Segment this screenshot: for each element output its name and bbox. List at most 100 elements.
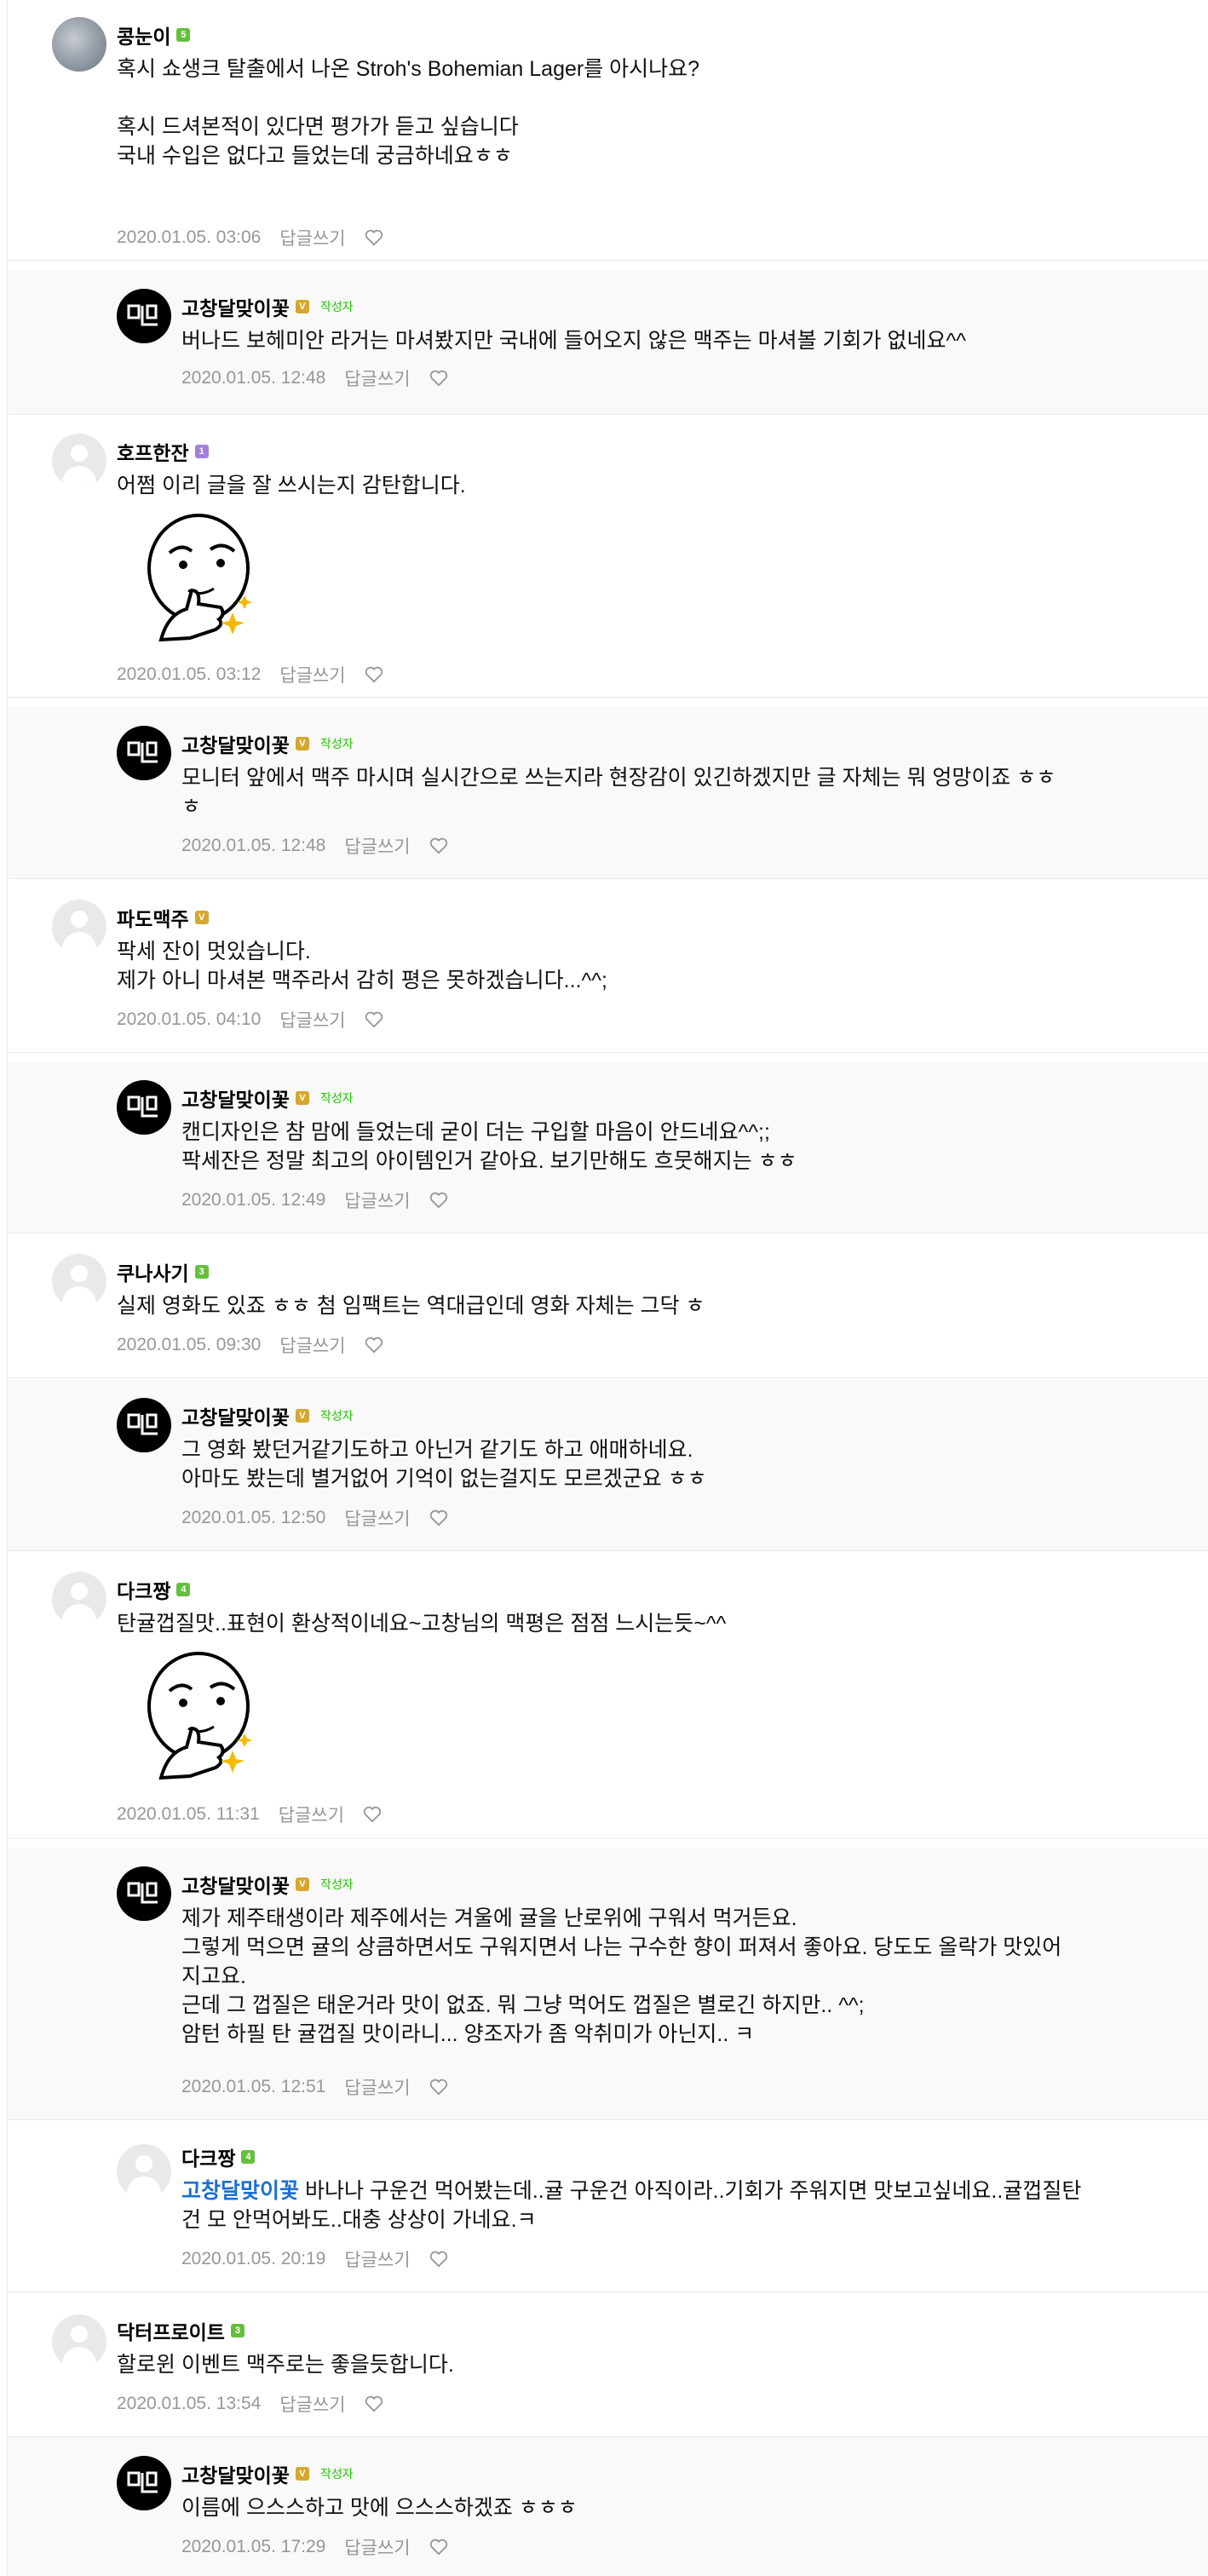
- avatar[interactable]: [52, 1572, 106, 1626]
- comment-text: 이름에 으스스하고 맛에 으스스하겠죠 ㅎㅎㅎ: [181, 2496, 578, 2520]
- author-badge: 작성자: [319, 1409, 354, 1423]
- reply-button[interactable]: 답글쓰기: [279, 1802, 344, 1827]
- level-badge: V: [295, 737, 309, 750]
- heart-icon[interactable]: [365, 2395, 383, 2412]
- comment-item: 다크짱 4 탄귤껍질맛..표현이 환상적이네요~고창님의 맥평은 점점 느시는듯…: [8, 1551, 1208, 1839]
- avatar[interactable]: [117, 289, 171, 343]
- comment-meta: 2020.01.05. 04:10 답글쓰기: [117, 1007, 383, 1032]
- comment-author[interactable]: 다크짱 4: [117, 1575, 191, 1604]
- comment-item: 파도맥주 V 팍세 잔이 멋있습니다. 제가 아니 마셔본 맥주라서 감히 평은…: [8, 879, 1208, 1053]
- comment-author[interactable]: 콩눈이 5: [117, 20, 191, 49]
- heart-icon[interactable]: [363, 1806, 382, 1823]
- reply-item: 고창달맞이꽃 V 작성자 제가 제주태생이라 제주에서는 겨울에 귤을 난로위에…: [8, 1848, 1208, 2120]
- heart-icon[interactable]: [429, 2251, 448, 2268]
- thumbs-up-face-sticker: [147, 514, 252, 642]
- avatar[interactable]: [52, 900, 106, 954]
- reply-item: 고창달맞이꽃 V 작성자 그 영화 봤던거같기도하고 아닌거 같기도 하고 애매…: [8, 1379, 1208, 1551]
- reply-button[interactable]: 답글쓰기: [344, 365, 410, 391]
- comment-meta: 2020.01.05. 11:31 답글쓰기: [117, 1802, 382, 1827]
- heart-icon[interactable]: [429, 1509, 448, 1527]
- heart-icon[interactable]: [429, 2079, 448, 2096]
- comment-list: 콩눈이 5 혹시 쇼생크 탈출에서 나온 Stroh's Bohemian La…: [7, 0, 1208, 2576]
- comment-date: 2020.01.05. 03:12: [117, 664, 262, 684]
- reply-button[interactable]: 답글쓰기: [279, 662, 345, 687]
- level-badge: V: [295, 1091, 309, 1105]
- avatar[interactable]: [117, 1866, 171, 1921]
- comment-item: 쿠나사기 3 실제 영화도 있죠 ㅎㅎ 첨 임팩트는 역대급인데 영화 자체는 …: [8, 1233, 1208, 1378]
- reply-button[interactable]: 답글쓰기: [344, 1187, 410, 1213]
- logo-icon: [127, 1095, 158, 1118]
- heart-icon[interactable]: [429, 370, 448, 387]
- avatar[interactable]: [52, 434, 106, 488]
- reply-button[interactable]: 답글쓰기: [344, 2074, 410, 2100]
- avatar[interactable]: [52, 2314, 106, 2369]
- avatar[interactable]: [117, 2144, 171, 2199]
- avatar[interactable]: [117, 1080, 171, 1135]
- logo-icon: [127, 304, 158, 326]
- avatar[interactable]: [117, 2456, 171, 2510]
- heart-icon[interactable]: [429, 1192, 448, 1209]
- comment-author[interactable]: 고창달맞이꽃 V 작성자: [181, 2459, 354, 2488]
- comment-item: 호프한잔 1 어쩜 이리 글을 잘 쓰시는지 감탄합니다. 2020.01.05…: [8, 415, 1208, 698]
- comment-author[interactable]: 파도맥주 V: [117, 903, 209, 932]
- logo-icon: [127, 1882, 158, 1904]
- comment-author[interactable]: 고창달맞이꽃 V 작성자: [181, 1401, 354, 1430]
- heart-icon[interactable]: [429, 2539, 448, 2556]
- avatar[interactable]: [52, 17, 106, 72]
- avatar[interactable]: [117, 1398, 171, 1452]
- level-badge: 1: [194, 445, 209, 458]
- author-badge: 작성자: [319, 300, 354, 313]
- comment-date: 2020.01.05. 20:19: [181, 2249, 326, 2268]
- reply-button[interactable]: 답글쓰기: [344, 833, 410, 859]
- comment-meta: 2020.01.05. 12:50 답글쓰기: [181, 1505, 448, 1531]
- comment-date: 2020.01.05. 12:48: [181, 836, 326, 855]
- comment-meta: 2020.01.05. 20:19 답글쓰기: [181, 2246, 448, 2272]
- thumbs-up-face-sticker: [147, 1652, 252, 1780]
- comment-text: 고창달맞이꽃 바나나 구운건 먹어봤는데..귤 구운건 아직이라..기회가 주워…: [181, 2179, 1082, 2232]
- level-badge: V: [295, 300, 309, 313]
- avatar[interactable]: [117, 726, 171, 780]
- author-badge: 작성자: [319, 737, 354, 750]
- heart-icon[interactable]: [429, 837, 448, 854]
- comment-author[interactable]: 호프한잔 1: [117, 437, 209, 466]
- comment-meta: 2020.01.05. 17:29 답글쓰기: [181, 2534, 448, 2560]
- comment-item: 닥터프로이트 3 할로윈 이벤트 맥주로는 좋을듯합니다. 2020.01.05…: [8, 2292, 1208, 2437]
- mention-link[interactable]: 고창달맞이꽃: [181, 2179, 299, 2203]
- heart-icon[interactable]: [365, 666, 383, 683]
- reply-button[interactable]: 답글쓰기: [279, 225, 345, 250]
- comment-author[interactable]: 고창달맞이꽃 V 작성자: [181, 1084, 354, 1113]
- comment-author[interactable]: 쿠나사기 3: [117, 1257, 209, 1286]
- comment-meta: 2020.01.05. 13:54 답글쓰기: [117, 2391, 383, 2417]
- reply-button[interactable]: 답글쓰기: [344, 1505, 410, 1531]
- reply-button[interactable]: 답글쓰기: [279, 2391, 345, 2417]
- comment-text: 할로윈 이벤트 맥주로는 좋을듯합니다.: [117, 2353, 454, 2377]
- comment-text: 어쩜 이리 글을 잘 쓰시는지 감탄합니다.: [117, 474, 466, 497]
- comment-text: 그 영화 봤던거같기도하고 아닌거 같기도 하고 애매하네요. 아마도 봤는데 …: [181, 1438, 707, 1491]
- reply-button[interactable]: 답글쓰기: [344, 2534, 410, 2560]
- level-badge: V: [295, 2467, 309, 2481]
- comment-meta: 2020.01.05. 12:51 답글쓰기: [181, 2074, 448, 2100]
- level-badge: 3: [194, 1265, 209, 1279]
- comment-text: 혹시 쇼생크 탈출에서 나온 Stroh's Bohemian Lager를 아…: [117, 57, 700, 168]
- author-badge: 작성자: [319, 1877, 354, 1891]
- comment-date: 2020.01.05. 03:06: [117, 227, 262, 247]
- comment-author[interactable]: 고창달맞이꽃 V 작성자: [181, 292, 354, 321]
- avatar[interactable]: [52, 1254, 106, 1308]
- comment-author[interactable]: 닥터프로이트 3: [117, 2316, 244, 2345]
- reply-item: 고창달맞이꽃 V 작성자 이름에 으스스하고 맛에 으스스하겠죠 ㅎㅎㅎ 202…: [8, 2437, 1208, 2576]
- heart-icon[interactable]: [365, 1337, 383, 1354]
- reply-button[interactable]: 답글쓰기: [344, 2246, 410, 2272]
- reply-button[interactable]: 답글쓰기: [279, 1332, 345, 1358]
- heart-icon[interactable]: [365, 229, 383, 246]
- logo-icon: [127, 1413, 158, 1435]
- reply-button[interactable]: 답글쓰기: [279, 1007, 345, 1032]
- heart-icon[interactable]: [365, 1011, 383, 1028]
- comment-text: 실제 영화도 있죠 ㅎㅎ 첨 임팩트는 역대급인데 영화 자체는 그닥 ㅎ: [117, 1294, 705, 1318]
- comment-author[interactable]: 고창달맞이꽃 V 작성자: [181, 729, 354, 758]
- reply-item: 고창달맞이꽃 V 작성자 캔디자인은 참 맘에 들었는데 굳이 더는 구입할 마…: [8, 1061, 1208, 1233]
- comment-date: 2020.01.05. 09:30: [117, 1335, 262, 1354]
- comment-date: 2020.01.05. 13:54: [117, 2394, 262, 2413]
- comment-author[interactable]: 다크짱 4: [181, 2142, 256, 2171]
- comment-author[interactable]: 고창달맞이꽃 V 작성자: [181, 1870, 354, 1899]
- comment-text: 팍세 잔이 멋있습니다. 제가 아니 마셔본 맥주라서 감히 평은 못하겠습니다…: [117, 940, 607, 992]
